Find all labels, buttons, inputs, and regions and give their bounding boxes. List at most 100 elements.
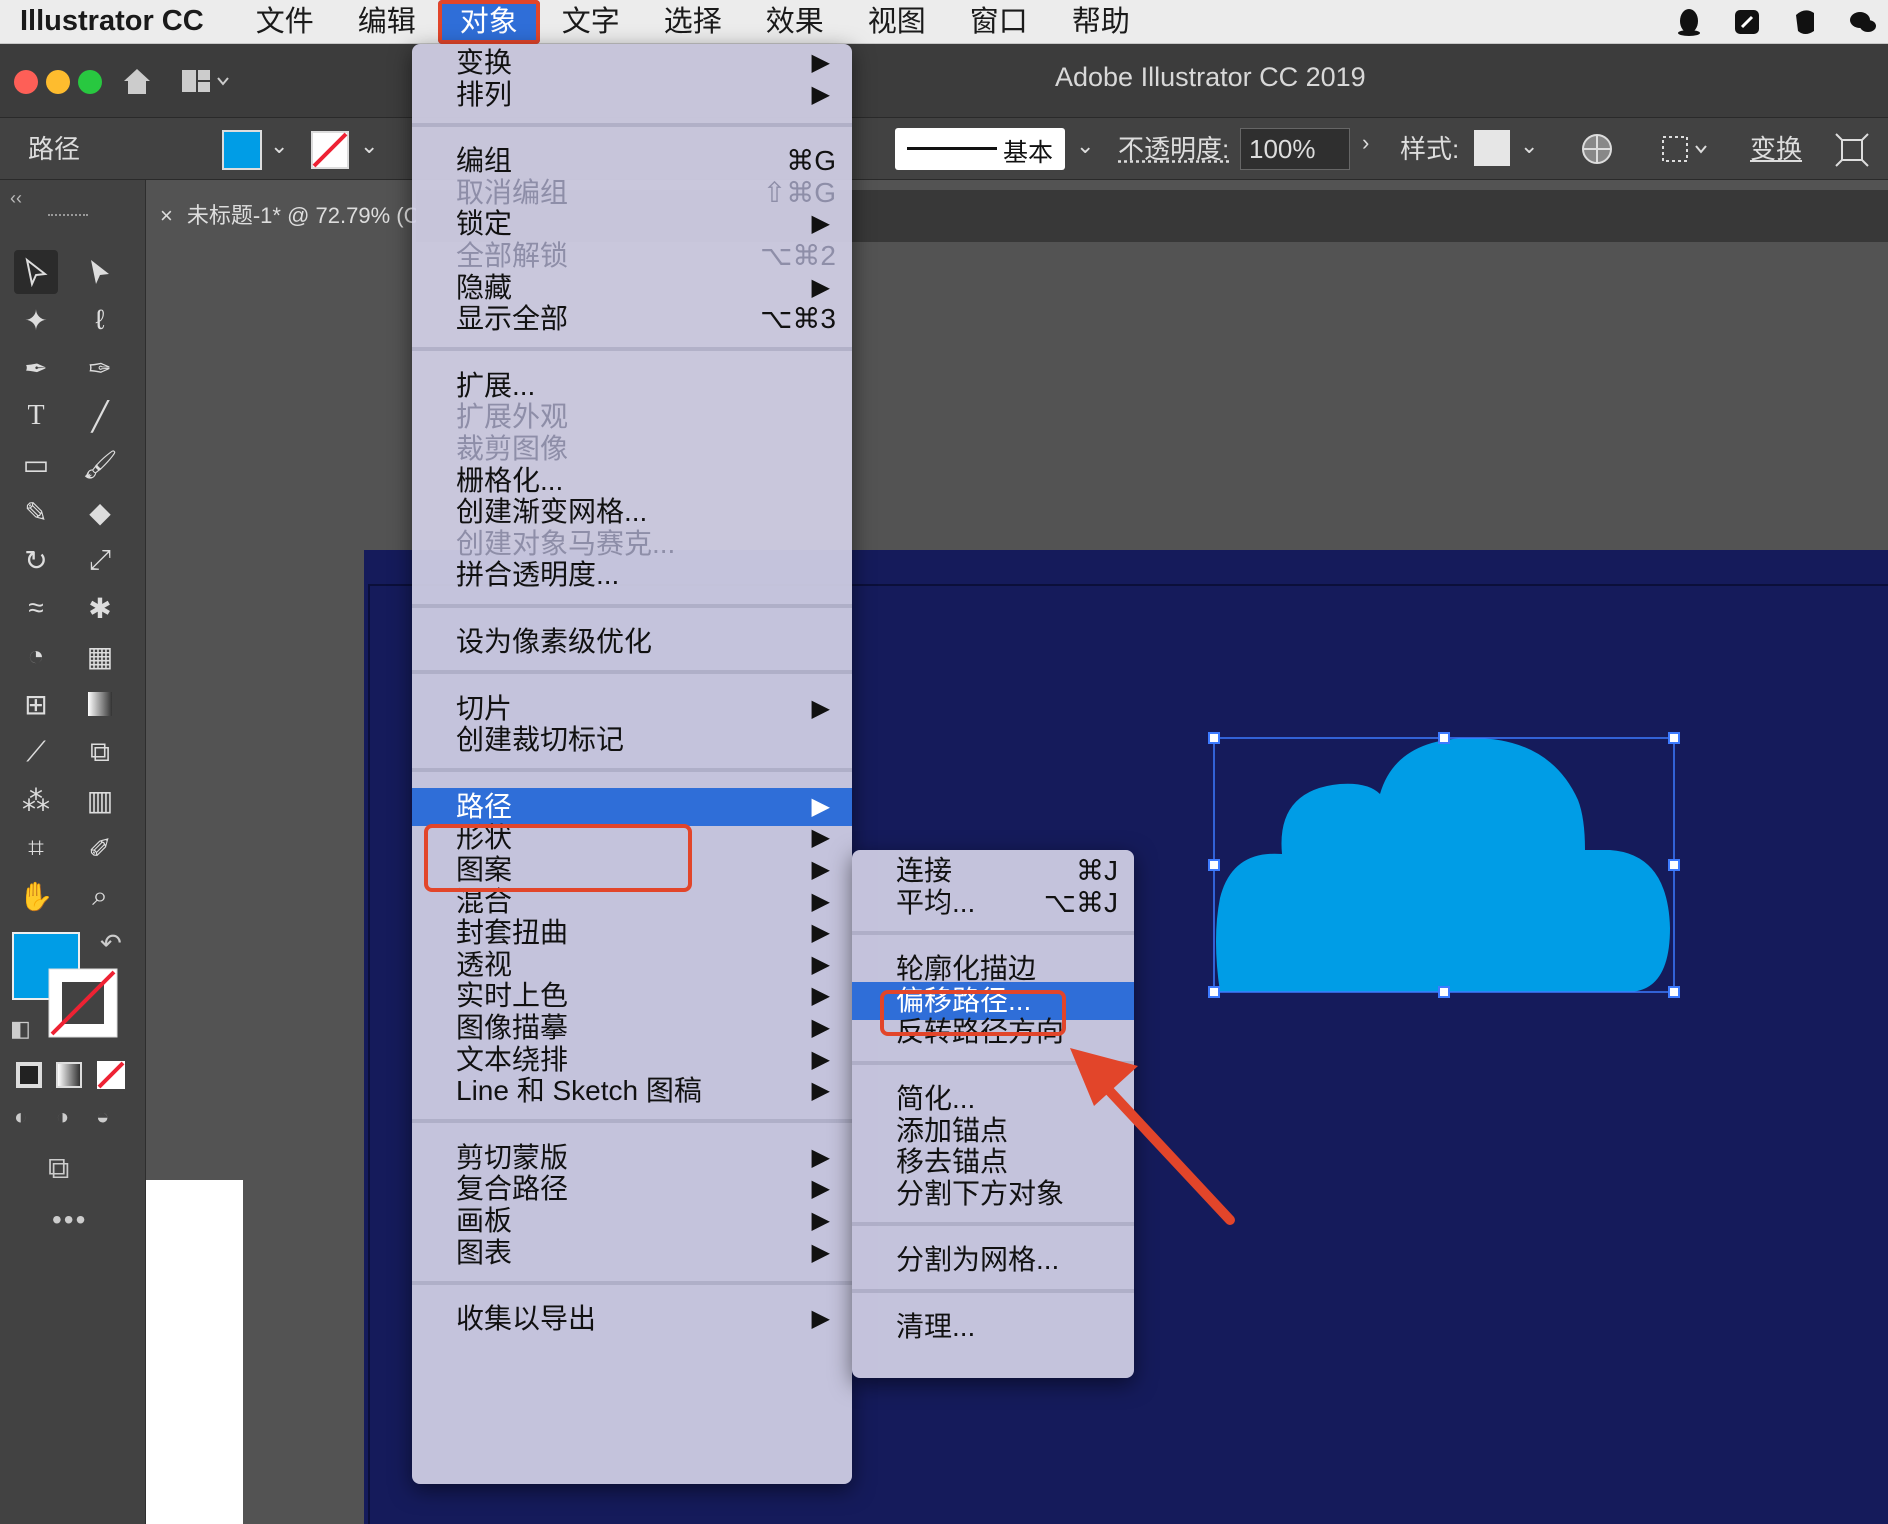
layout-icon[interactable] [180, 66, 230, 96]
paintbrush-icon[interactable]: 🖌 [78, 442, 122, 486]
bbox-handle[interactable] [1208, 732, 1220, 744]
bbox-handle[interactable] [1668, 986, 1680, 998]
curvature-tool-icon[interactable]: ✑ [78, 346, 122, 390]
graph-icon[interactable]: ▥ [78, 778, 122, 822]
stroke-color-swatch[interactable] [48, 968, 118, 1038]
style-dropdown[interactable]: ⌄ [1520, 133, 1538, 159]
line-tool-icon[interactable]: ╱ [78, 394, 122, 438]
menu-object[interactable]: 对象 [437, 0, 540, 44]
none-mode-button[interactable] [96, 1060, 126, 1090]
object-menu-item[interactable]: 设为像素级优化 [412, 623, 852, 661]
menu-help[interactable]: 帮助 [1050, 0, 1152, 44]
rotate-icon[interactable]: ↻ [14, 538, 58, 582]
evernote-icon[interactable] [1790, 7, 1820, 37]
object-menu-item[interactable]: 显示全部 ⌥⌘3 [412, 300, 852, 338]
path-submenu-item[interactable]: 平均... ⌥⌘J [852, 884, 1134, 922]
object-menu-item[interactable]: Line 和 Sketch 图稿 ▶ [412, 1072, 852, 1110]
fill-dropdown[interactable]: ⌄ [270, 133, 288, 159]
align-icon[interactable] [1660, 132, 1710, 166]
transform-link[interactable]: 变换 [1750, 129, 1802, 166]
object-menu-item[interactable]: 拼合透明度... [412, 556, 852, 594]
gradient-icon[interactable] [78, 682, 122, 726]
direct-selection-tool-icon[interactable] [78, 250, 122, 294]
opacity-label[interactable]: 不透明度: [1118, 129, 1229, 166]
transform-icon[interactable] [1834, 132, 1870, 168]
recolor-icon[interactable] [1580, 132, 1614, 166]
zoom-window-button[interactable] [78, 70, 102, 94]
menu-window[interactable]: 窗口 [948, 0, 1050, 44]
pen-tool-icon[interactable]: ✒ [14, 346, 58, 390]
close-window-button[interactable] [14, 70, 38, 94]
stroke-none-icon[interactable] [310, 130, 350, 170]
mesh-icon[interactable]: ⊞ [14, 682, 58, 726]
close-tab-icon[interactable]: × [160, 203, 173, 228]
eyedropper-icon[interactable]: ⟋ [14, 730, 58, 774]
minimize-window-button[interactable] [46, 70, 70, 94]
menu-type[interactable]: 文字 [540, 0, 642, 44]
document-tab[interactable]: × 未标题-1* @ 72.79% (C [146, 190, 416, 242]
draw-normal-icon[interactable]: ◐ [14, 1104, 27, 1130]
rectangle-tool-icon[interactable]: ▭ [14, 442, 58, 486]
path-submenu-item[interactable]: 清理... [852, 1308, 1134, 1346]
menu-edit[interactable]: 编辑 [336, 0, 438, 44]
shaper-tool-icon[interactable]: ✎ [14, 490, 58, 534]
color-mode-button[interactable] [16, 1062, 42, 1088]
scale-icon[interactable]: ⤢ [78, 538, 122, 582]
object-menu-item[interactable]: 收集以导出 ▶ [412, 1300, 852, 1338]
draw-inside-icon[interactable]: ◒ [96, 1104, 109, 1130]
object-menu-item[interactable]: 图表 ▶ [412, 1234, 852, 1272]
menu-effect[interactable]: 效果 [744, 0, 846, 44]
draw-behind-icon[interactable]: ◑ [56, 1104, 69, 1130]
bbox-handle[interactable] [1438, 986, 1450, 998]
collapse-panel-icon[interactable]: ‹‹ [10, 188, 22, 209]
cloud-shape-icon[interactable] [1200, 728, 1690, 1008]
selection-tool-icon[interactable] [14, 250, 58, 294]
cloud-path[interactable] [1216, 738, 1670, 992]
artboard-tool-icon[interactable]: ⌗ [14, 826, 58, 870]
bbox-handle[interactable] [1208, 986, 1220, 998]
hand-icon[interactable]: ✋ [14, 874, 58, 918]
qq-icon[interactable] [1674, 7, 1704, 37]
opacity-stepper[interactable]: › [1362, 130, 1369, 156]
menu-separator [852, 1288, 1134, 1293]
more-tools-icon[interactable]: ••• [52, 1204, 87, 1236]
zoom-icon[interactable]: ⌕ [78, 874, 122, 918]
shape-builder-icon[interactable]: ◔ [14, 634, 58, 678]
bbox-handle[interactable] [1438, 732, 1450, 744]
warp-icon[interactable]: ≈ [14, 586, 58, 630]
wechat-icon[interactable] [1848, 7, 1878, 37]
symbol-sprayer-icon[interactable]: ⁂ [14, 778, 58, 822]
object-menu-item[interactable]: 创建裁切标记 [412, 721, 852, 759]
bbox-handle[interactable] [1668, 732, 1680, 744]
opacity-input[interactable]: 100% [1240, 128, 1350, 170]
magic-wand-icon[interactable]: ✦ [14, 298, 58, 342]
notes-icon[interactable] [1732, 7, 1762, 37]
menu-select[interactable]: 选择 [642, 0, 744, 44]
perspective-grid-icon[interactable]: ▦ [78, 634, 122, 678]
default-colors-icon[interactable]: ◧ [10, 1016, 31, 1042]
home-icon[interactable] [120, 64, 154, 98]
panel-grip[interactable] [48, 214, 88, 217]
bbox-handle[interactable] [1668, 859, 1680, 871]
blend-icon[interactable]: ⧉ [78, 730, 122, 774]
path-submenu-item[interactable]: 分割为网格... [852, 1241, 1134, 1279]
stroke-profile-field[interactable]: 基本 [895, 128, 1065, 170]
style-swatch[interactable] [1474, 130, 1510, 166]
menu-view[interactable]: 视图 [846, 0, 948, 44]
eraser-icon[interactable]: ◆ [78, 490, 122, 534]
app-menu[interactable]: Illustrator CC [20, 5, 204, 38]
document-title: 未标题-1* @ 72.79% (C [186, 203, 416, 228]
type-tool-icon[interactable]: T [14, 394, 58, 438]
object-menu-item[interactable]: 排列 ▶ [412, 76, 852, 114]
fill-swatch-icon[interactable] [222, 130, 262, 170]
stroke-style-dropdown[interactable]: ⌄ [1076, 133, 1094, 159]
gradient-mode-button[interactable] [56, 1062, 82, 1088]
screen-mode-icon[interactable]: ⧉ [48, 1152, 69, 1186]
swap-colors-icon[interactable]: ↶ [100, 928, 122, 959]
bbox-handle[interactable] [1208, 859, 1220, 871]
lasso-icon[interactable]: ℓ [78, 298, 122, 342]
slice-icon[interactable]: ✐ [78, 826, 122, 870]
menu-file[interactable]: 文件 [234, 0, 336, 44]
puppet-warp-icon[interactable]: ✱ [78, 586, 122, 630]
stroke-dropdown[interactable]: ⌄ [360, 133, 378, 159]
